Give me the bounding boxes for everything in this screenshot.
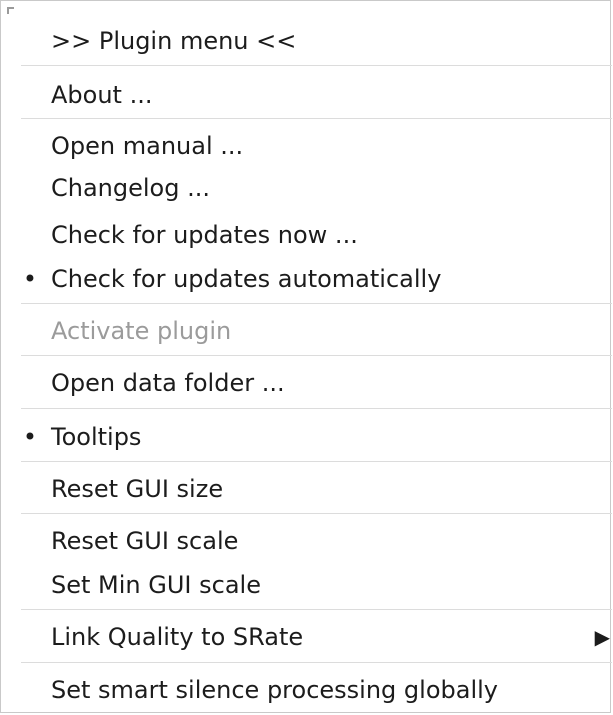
menu-item-label: Check for updates automatically: [51, 265, 442, 293]
menu-separator: [21, 662, 612, 663]
menu-header: >> Plugin menu <<: [51, 27, 297, 55]
menu-item-set-min-gui-scale[interactable]: Set Min GUI scale: [1, 564, 612, 606]
menu-separator: [21, 355, 612, 356]
menu-item-label: Link Quality to SRate: [51, 623, 304, 651]
menu-item-tooltips[interactable]: • Tooltips: [1, 416, 612, 458]
menu-item-reset-gui-scale[interactable]: Reset GUI scale: [1, 520, 612, 562]
menu-item-check-updates-now[interactable]: Check for updates now ...: [1, 214, 612, 256]
menu-item-check-updates-auto[interactable]: • Check for updates automatically: [1, 258, 612, 300]
menu-item-about[interactable]: About ...: [1, 74, 612, 116]
menu-separator: [21, 65, 612, 66]
menu-separator: [21, 461, 612, 462]
menu-item-open-data-folder[interactable]: Open data folder ...: [1, 362, 612, 404]
checked-bullet-icon: •: [22, 423, 38, 451]
checked-bullet-icon: •: [22, 265, 38, 293]
menu-separator: [21, 408, 612, 409]
menu-corner-mark: [7, 7, 14, 14]
menu-item-open-manual[interactable]: Open manual ...: [1, 125, 612, 167]
menu-separator: [21, 609, 612, 610]
menu-item-link-quality[interactable]: Link Quality to SRate ▶: [1, 616, 612, 658]
menu-item-reset-gui-size[interactable]: Reset GUI size: [1, 468, 612, 510]
menu-item-changelog[interactable]: Changelog ...: [1, 167, 612, 209]
menu-separator: [21, 118, 612, 119]
menu-item-label: Tooltips: [51, 423, 142, 451]
plugin-context-menu: >> Plugin menu << About ... Open manual …: [0, 0, 612, 713]
submenu-arrow-icon: ▶: [594, 625, 610, 649]
menu-item-activate-plugin: Activate plugin: [51, 317, 232, 345]
menu-separator: [21, 513, 612, 514]
menu-item-set-smart-silence[interactable]: Set smart silence processing globally: [1, 669, 612, 711]
menu-separator: [21, 303, 612, 304]
